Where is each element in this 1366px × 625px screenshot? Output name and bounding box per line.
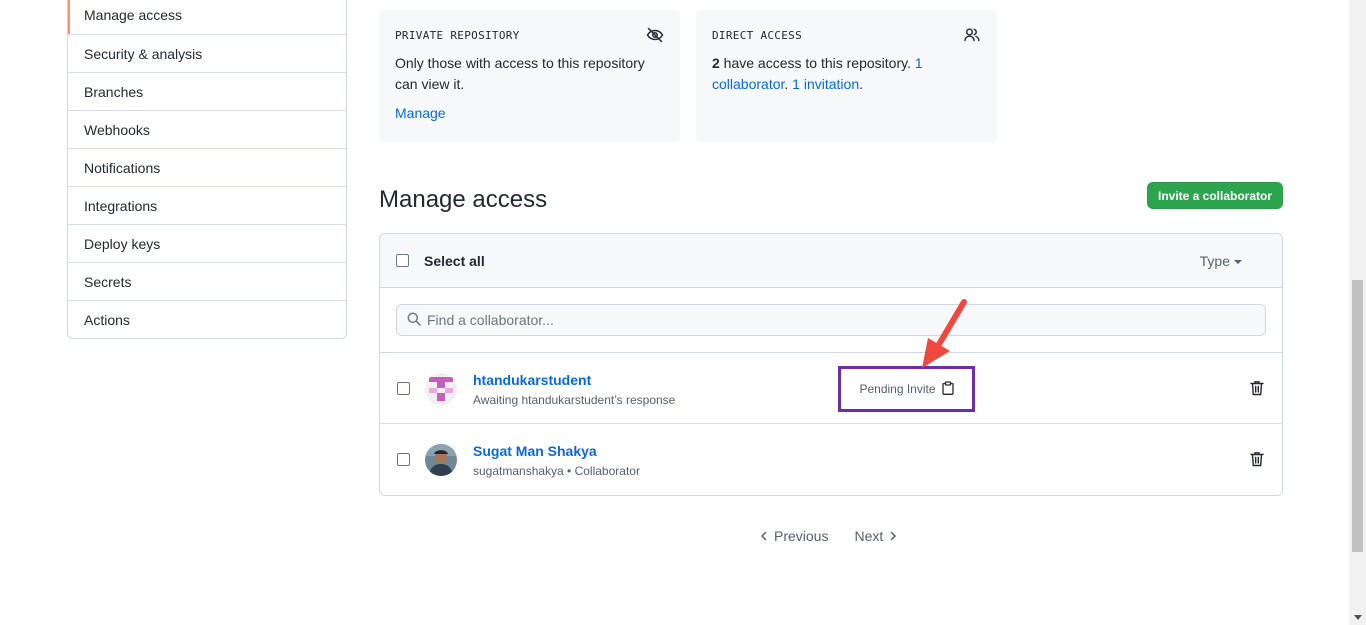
find-collaborator-input[interactable] [427, 312, 1227, 328]
sidebar-item-notifications[interactable]: Notifications [68, 148, 346, 186]
sidebar-item-manage-access[interactable]: Manage access [68, 0, 346, 34]
select-all-checkbox[interactable] [396, 254, 409, 267]
invitation-count-link[interactable]: 1 invitation [792, 76, 859, 92]
pagination: Previous Next [760, 528, 897, 544]
next-page-button[interactable]: Next [854, 528, 897, 544]
direct-access-end: . [859, 76, 863, 92]
type-filter-dropdown[interactable]: Type [1200, 253, 1242, 269]
sidebar-item-actions[interactable]: Actions [68, 300, 346, 338]
scrollbar-thumb[interactable] [1352, 280, 1363, 552]
collaborator-role: sugatmanshakya • Collaborator [473, 464, 640, 478]
find-collaborator-field[interactable] [396, 304, 1266, 336]
clipboard-icon[interactable] [941, 380, 954, 398]
avatar [425, 373, 457, 405]
collaborators-box-header: Select all Type [380, 234, 1282, 288]
collaborator-name-link[interactable]: Sugat Man Shakya [473, 443, 597, 459]
collaborator-status: Awaiting htandukarstudent’s response [473, 393, 676, 407]
search-section [380, 288, 1282, 353]
direct-access-separator: . [784, 76, 793, 92]
page-title: Manage access [379, 186, 548, 213]
private-repository-title: PRIVATE REPOSITORY [395, 28, 520, 42]
pending-invite-label: Pending Invite [859, 382, 936, 396]
direct-access-card: DIRECT ACCESS 2 have access to this repo… [696, 10, 997, 142]
chevron-left-icon [760, 531, 767, 541]
collaborator-row: Sugat Man Shakya sugatmanshakya • Collab… [380, 424, 1282, 495]
remove-collaborator-trash-icon[interactable] [1250, 380, 1266, 398]
collaborator-name-link[interactable]: htandukarstudent [473, 372, 591, 388]
settings-sidebar: Manage access Security & analysis Branch… [67, 0, 347, 339]
search-icon [407, 312, 421, 329]
row-checkbox[interactable] [397, 382, 410, 395]
private-repository-description: Only those with access to this repositor… [395, 55, 645, 92]
select-all-label: Select all [424, 252, 485, 269]
sidebar-item-deploy-keys[interactable]: Deploy keys [68, 224, 346, 262]
sidebar-item-security-analysis[interactable]: Security & analysis [68, 34, 346, 72]
direct-access-description: 2 have access to this repository. 1 coll… [712, 53, 981, 95]
manage-visibility-link[interactable]: Manage [395, 105, 446, 121]
remove-collaborator-trash-icon[interactable] [1250, 451, 1266, 469]
sidebar-item-branches[interactable]: Branches [68, 72, 346, 110]
collaborator-row: htandukarstudent Awaiting htandukarstude… [380, 353, 1282, 424]
row-checkbox[interactable] [397, 453, 410, 466]
sidebar-item-integrations[interactable]: Integrations [68, 186, 346, 224]
caret-down-icon [1234, 260, 1242, 264]
previous-label: Previous [774, 528, 829, 544]
invite-collaborator-button[interactable]: Invite a collaborator [1147, 182, 1283, 209]
chevron-right-icon [891, 531, 897, 541]
annotation-arrow-icon [922, 299, 967, 368]
sidebar-item-secrets[interactable]: Secrets [68, 262, 346, 300]
people-icon [963, 26, 981, 44]
next-label: Next [854, 528, 884, 544]
avatar [425, 444, 457, 476]
direct-access-title: DIRECT ACCESS [712, 28, 802, 42]
eye-closed-icon [646, 26, 664, 44]
scroll-down-arrow-icon[interactable] [1354, 615, 1362, 620]
type-filter-label: Type [1199, 253, 1230, 269]
private-repository-card: PRIVATE REPOSITORY Only those with acces… [379, 10, 680, 142]
access-count: 2 [712, 55, 720, 71]
sidebar-item-webhooks[interactable]: Webhooks [68, 110, 346, 148]
direct-access-text: have access to this repository. [719, 55, 915, 71]
previous-page-button[interactable]: Previous [760, 528, 828, 544]
collaborators-box: Select all Type Find a collaborator... h… [379, 233, 1283, 496]
page-scrollbar[interactable] [1349, 0, 1366, 625]
